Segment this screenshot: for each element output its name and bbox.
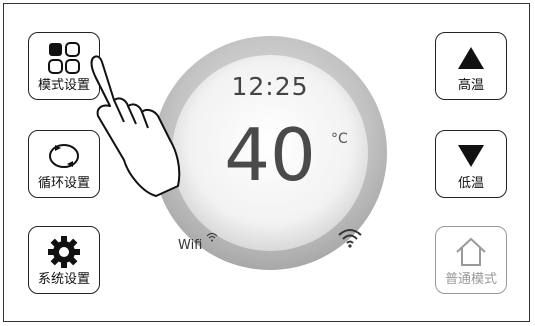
gear-icon [29,235,99,269]
system-settings-button[interactable]: 系统设置 [28,226,100,294]
wifi-label: Wifi [178,238,203,253]
wifi-icon [338,229,362,248]
clock-display: 12:25 [231,72,309,101]
high-temp-button[interactable]: 高温 [435,32,507,100]
low-temp-label: 低温 [457,176,484,191]
system-settings-label: 系统设置 [37,272,90,287]
arrow-up-icon [436,41,506,75]
temperature-display: 40 [224,113,316,197]
pointing-hand-icon [90,55,181,197]
wifi-small-icon [206,233,218,242]
arrow-down-icon [436,139,506,173]
temperature-unit: °C [331,131,348,147]
home-icon [436,235,506,269]
low-temp-button[interactable]: 低温 [435,130,507,198]
normal-mode-label: 普通模式 [444,272,497,287]
normal-mode-button[interactable]: 普通模式 [435,226,507,294]
high-temp-label: 高温 [457,78,484,93]
